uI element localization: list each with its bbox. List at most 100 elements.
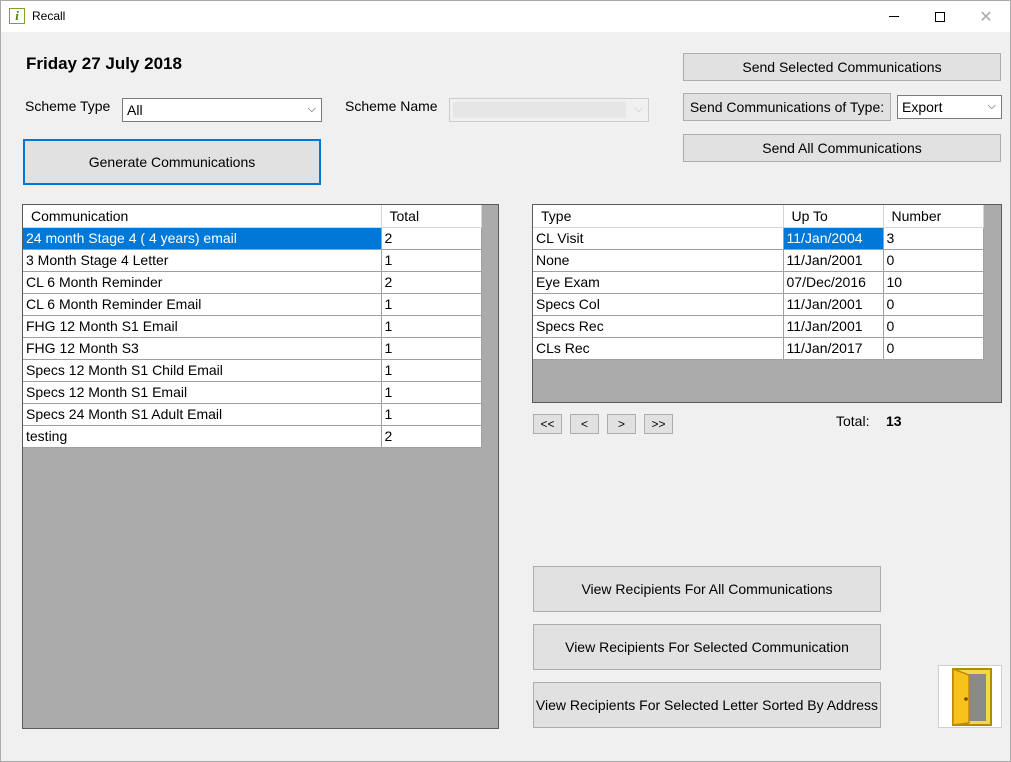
exit-button[interactable]: [938, 665, 1002, 728]
number-cell[interactable]: 0: [883, 315, 984, 338]
communications-grid[interactable]: Communication Total 24 month Stage 4 ( 4…: [22, 204, 499, 729]
communication-cell[interactable]: Specs 24 Month S1 Adult Email: [23, 403, 382, 426]
minimize-button[interactable]: [871, 1, 917, 32]
up-to-cell[interactable]: 11/Jan/2001: [783, 293, 884, 316]
send-of-type-button[interactable]: Send Communications of Type:: [683, 93, 891, 121]
table-row[interactable]: Specs 24 Month S1 Adult Email 1: [23, 403, 482, 426]
communications-table: Communication Total 24 month Stage 4 ( 4…: [23, 205, 482, 448]
type-cell[interactable]: Specs Rec: [533, 315, 784, 338]
window-title: Recall: [32, 9, 66, 23]
communication-cell[interactable]: testing: [23, 425, 382, 448]
total-value: 13: [886, 413, 902, 429]
view-recipients-sorted-button[interactable]: View Recipients For Selected Letter Sort…: [533, 682, 881, 728]
column-header-up-to[interactable]: Up To: [783, 205, 884, 228]
column-header-communication[interactable]: Communication: [23, 205, 382, 228]
table-row[interactable]: FHG 12 Month S1 Email 1: [23, 315, 482, 338]
communication-cell[interactable]: 24 month Stage 4 ( 4 years) email: [23, 227, 382, 250]
recall-window: i Recall ✕ Friday 27 July 2018 Scheme Ty…: [0, 0, 1011, 762]
scheme-name-select[interactable]: ⌵: [449, 98, 649, 122]
table-row[interactable]: CL 6 Month Reminder Email 1: [23, 293, 482, 316]
minimize-icon: [889, 16, 899, 17]
table-header-row: Type Up To Number: [533, 205, 984, 228]
total-cell[interactable]: 1: [381, 403, 482, 426]
view-recipients-all-button[interactable]: View Recipients For All Communications: [533, 566, 881, 612]
communication-cell[interactable]: 3 Month Stage 4 Letter: [23, 249, 382, 272]
table-row[interactable]: Specs Rec 11/Jan/2001 0: [533, 315, 984, 338]
communication-cell[interactable]: FHG 12 Month S1 Email: [23, 315, 382, 338]
chevron-down-icon: ⌵: [987, 99, 996, 112]
up-to-cell[interactable]: 07/Dec/2016: [783, 271, 884, 294]
close-icon: ✕: [979, 7, 993, 26]
total-cell[interactable]: 2: [381, 227, 482, 250]
maximize-icon: [935, 11, 945, 22]
type-cell[interactable]: Specs Col: [533, 293, 784, 316]
table-row[interactable]: 3 Month Stage 4 Letter 1: [23, 249, 482, 272]
column-header-number[interactable]: Number: [883, 205, 984, 228]
up-to-cell[interactable]: 11/Jan/2004: [783, 227, 884, 250]
table-row[interactable]: testing 2: [23, 425, 482, 448]
type-cell[interactable]: CL Visit: [533, 227, 784, 250]
communication-cell[interactable]: FHG 12 Month S3: [23, 337, 382, 360]
send-all-button[interactable]: Send All Communications: [683, 134, 1001, 162]
generate-communications-button[interactable]: Generate Communications: [23, 139, 321, 185]
table-row[interactable]: Eye Exam 07/Dec/2016 10: [533, 271, 984, 294]
total-cell[interactable]: 2: [381, 271, 482, 294]
total-cell[interactable]: 1: [381, 381, 482, 404]
up-to-cell[interactable]: 11/Jan/2001: [783, 249, 884, 272]
table-row[interactable]: CLs Rec 11/Jan/2017 0: [533, 337, 984, 360]
column-header-type[interactable]: Type: [533, 205, 784, 228]
table-row[interactable]: 24 month Stage 4 ( 4 years) email 2: [23, 227, 482, 250]
table-row[interactable]: CL Visit 11/Jan/2004 3: [533, 227, 984, 250]
number-cell[interactable]: 0: [883, 337, 984, 360]
title-bar: i Recall ✕: [1, 1, 1010, 32]
last-page-button[interactable]: >>: [644, 414, 673, 434]
type-cell[interactable]: None: [533, 249, 784, 272]
total-cell[interactable]: 1: [381, 359, 482, 382]
chevron-down-icon: ⌵: [307, 102, 316, 115]
up-to-cell[interactable]: 11/Jan/2001: [783, 315, 884, 338]
view-recipients-selected-button[interactable]: View Recipients For Selected Communicati…: [533, 624, 881, 670]
table-row[interactable]: Specs Col 11/Jan/2001 0: [533, 293, 984, 316]
total-cell[interactable]: 1: [381, 315, 482, 338]
scheme-type-value: All: [127, 102, 143, 118]
number-cell[interactable]: 3: [883, 227, 984, 250]
total-cell[interactable]: 1: [381, 337, 482, 360]
send-type-select[interactable]: Export ⌵: [897, 95, 1002, 119]
number-cell[interactable]: 10: [883, 271, 984, 294]
table-row[interactable]: CL 6 Month Reminder 2: [23, 271, 482, 294]
type-cell[interactable]: Eye Exam: [533, 271, 784, 294]
number-cell[interactable]: 0: [883, 293, 984, 316]
communication-cell[interactable]: Specs 12 Month S1 Child Email: [23, 359, 382, 382]
close-button[interactable]: ✕: [963, 1, 1009, 32]
maximize-button[interactable]: [917, 1, 963, 32]
communication-cell[interactable]: Specs 12 Month S1 Email: [23, 381, 382, 404]
types-grid[interactable]: Type Up To Number CL Visit 11/Jan/2004 3…: [532, 204, 1002, 403]
total-label: Total:: [836, 413, 870, 429]
table-header-row: Communication Total: [23, 205, 482, 228]
chevron-down-icon: ⌵: [634, 102, 643, 115]
previous-page-button[interactable]: <: [570, 414, 599, 434]
open-door-icon: [952, 667, 992, 726]
up-to-cell[interactable]: 11/Jan/2017: [783, 337, 884, 360]
scheme-name-value: [453, 102, 626, 118]
table-row[interactable]: FHG 12 Month S3 1: [23, 337, 482, 360]
app-info-icon: i: [9, 8, 25, 24]
total-cell[interactable]: 2: [381, 425, 482, 448]
scheme-name-label: Scheme Name: [345, 98, 438, 114]
total-cell[interactable]: 1: [381, 293, 482, 316]
send-type-value: Export: [902, 99, 943, 115]
send-selected-button[interactable]: Send Selected Communications: [683, 53, 1001, 81]
scheme-type-label: Scheme Type: [25, 98, 111, 114]
table-row[interactable]: Specs 12 Month S1 Child Email 1: [23, 359, 482, 382]
scheme-type-select[interactable]: All ⌵: [122, 98, 322, 122]
table-row[interactable]: None 11/Jan/2001 0: [533, 249, 984, 272]
first-page-button[interactable]: <<: [533, 414, 562, 434]
type-cell[interactable]: CLs Rec: [533, 337, 784, 360]
communication-cell[interactable]: CL 6 Month Reminder: [23, 271, 382, 294]
total-cell[interactable]: 1: [381, 249, 482, 272]
column-header-total[interactable]: Total: [381, 205, 482, 228]
next-page-button[interactable]: >: [607, 414, 636, 434]
communication-cell[interactable]: CL 6 Month Reminder Email: [23, 293, 382, 316]
number-cell[interactable]: 0: [883, 249, 984, 272]
table-row[interactable]: Specs 12 Month S1 Email 1: [23, 381, 482, 404]
